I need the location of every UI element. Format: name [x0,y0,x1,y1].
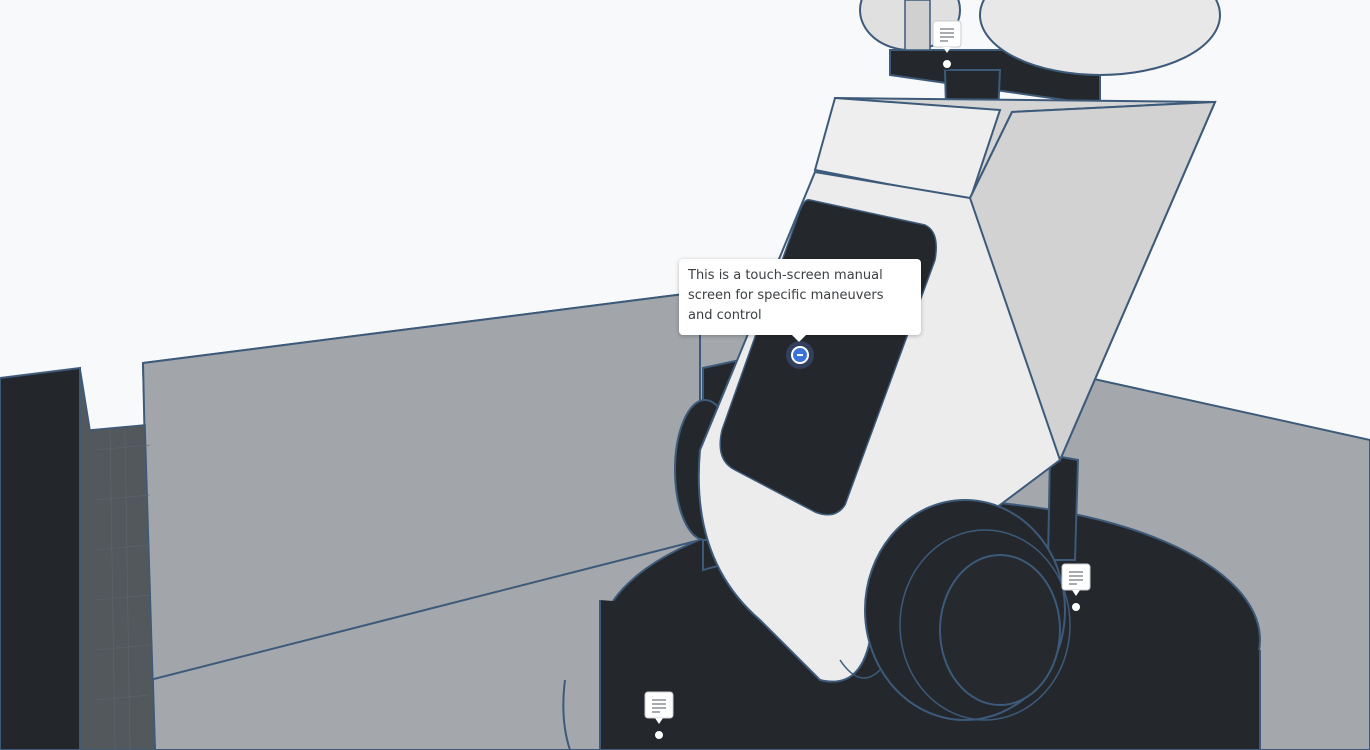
rear-bracket-right [1046,453,1080,561]
note-text: This is a touch-screen manual screen for… [688,268,884,323]
note-pin-right[interactable] [1061,563,1091,620]
note-lines-icon [644,691,674,741]
note-collapse-button[interactable] [786,341,814,369]
robot-3d-model[interactable] [0,0,1370,750]
note-tooltip: This is a touch-screen manual screen for… [679,259,921,342]
3d-viewport[interactable]: This is a touch-screen manual screen for… [0,0,1370,750]
minus-circle-icon [791,346,809,364]
note-lines-icon [932,20,962,70]
note-lines-icon [1061,563,1091,613]
left-block [0,366,81,750]
note-pin-top[interactable] [932,20,962,77]
left-grid-surface [79,367,156,750]
head-pin [904,0,931,51]
front-wheel-hub [939,554,1061,706]
note-pin-bottom[interactable] [644,691,674,748]
